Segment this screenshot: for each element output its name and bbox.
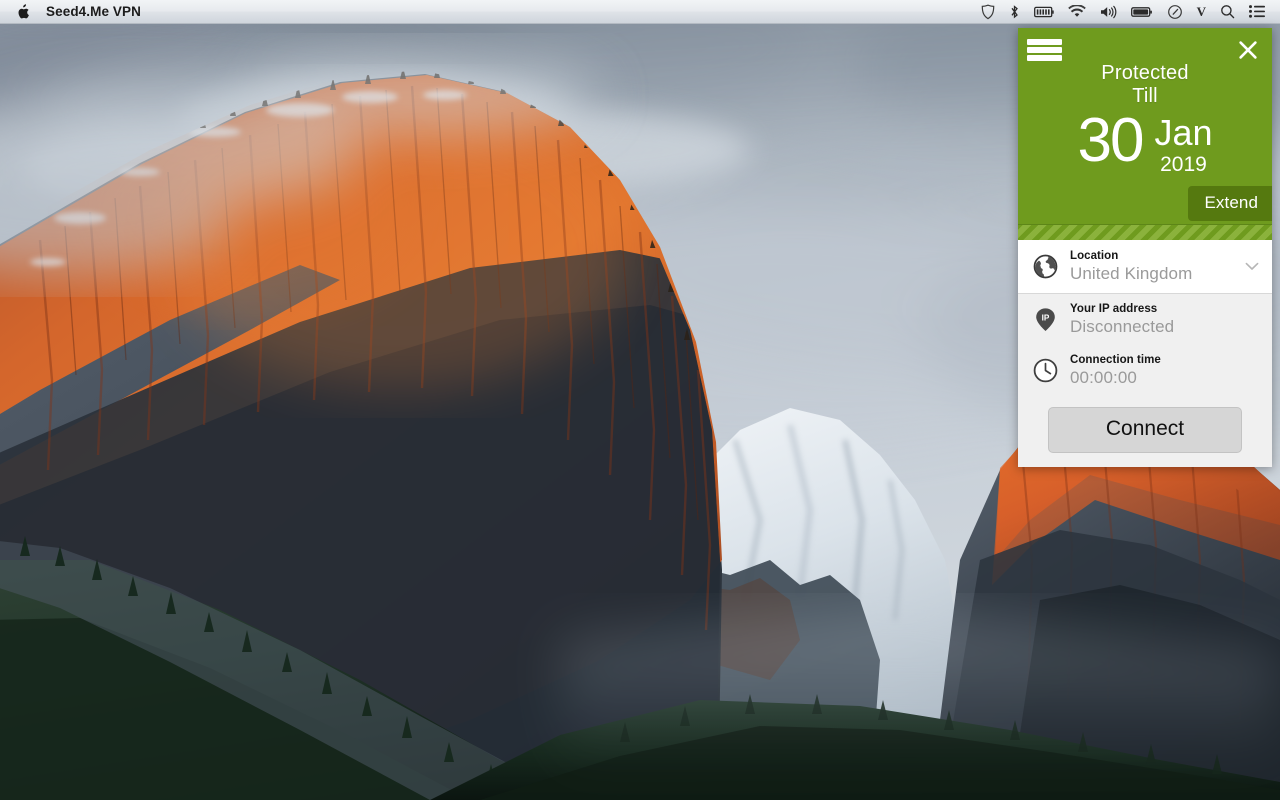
- spotlight-search-icon[interactable]: [1213, 0, 1242, 24]
- vpn-letter-icon[interactable]: V: [1190, 0, 1213, 24]
- chevron-down-icon[interactable]: [1244, 262, 1260, 271]
- ip-address-label: Your IP address: [1070, 303, 1158, 315]
- wifi-icon[interactable]: [1061, 0, 1093, 24]
- menu-bar-left: Seed4.Me VPN: [0, 3, 151, 20]
- location-label: Location: [1070, 250, 1119, 262]
- connection-time-text: Connection time 00:00:00: [1070, 353, 1260, 388]
- bluetooth-icon[interactable]: [1002, 0, 1027, 24]
- subscription-header: Protected Till 30 Jan 2019 Extend: [1018, 28, 1272, 240]
- ip-address-text: Your IP address Disconnected: [1070, 302, 1260, 337]
- expiry-year: 2019: [1160, 153, 1207, 176]
- connect-button-wrap: Connect: [1018, 396, 1272, 453]
- connection-time-label: Connection time: [1070, 354, 1161, 366]
- menu-icon-bar: [1027, 39, 1062, 45]
- menu-bar-status-items: V: [974, 0, 1280, 24]
- shield-icon[interactable]: [974, 0, 1002, 24]
- svg-text:IP: IP: [1042, 313, 1050, 322]
- expiry-date: 30 Jan 2019: [1018, 106, 1272, 177]
- extend-button[interactable]: Extend: [1188, 186, 1272, 221]
- battery-meter-icon[interactable]: [1027, 0, 1061, 24]
- speedometer-icon[interactable]: [1160, 0, 1190, 24]
- location-value: United Kingdom: [1070, 264, 1193, 283]
- expiry-day: 30: [1077, 106, 1144, 175]
- ip-address-row: IP Your IP address Disconnected: [1018, 294, 1272, 345]
- protected-line-1: Protected: [1101, 62, 1189, 84]
- battery-icon[interactable]: [1124, 0, 1160, 24]
- ip-pin-icon: IP: [1032, 306, 1059, 333]
- close-icon[interactable]: [1234, 36, 1262, 64]
- menu-icon-bar: [1027, 47, 1062, 53]
- menu-icon[interactable]: [1027, 37, 1062, 63]
- protected-till-label: Protected Till: [1018, 62, 1272, 108]
- menu-bar: Seed4.Me VPN V: [0, 0, 1280, 24]
- expiry-month-year: Jan 2019: [1154, 115, 1212, 177]
- connection-time-row: Connection time 00:00:00: [1018, 345, 1272, 396]
- menu-icon-bar: [1027, 55, 1062, 61]
- connect-button[interactable]: Connect: [1048, 407, 1242, 453]
- connection-time-value: 00:00:00: [1070, 368, 1137, 387]
- location-row[interactable]: Location United Kingdom: [1018, 240, 1272, 294]
- ip-address-value: Disconnected: [1070, 317, 1175, 336]
- volume-icon[interactable]: [1093, 0, 1124, 24]
- protected-line-2: Till: [1132, 85, 1158, 107]
- striped-divider: [1018, 224, 1272, 240]
- connection-info: Location United Kingdom IP Your IP addre…: [1018, 240, 1272, 467]
- notification-center-icon[interactable]: [1242, 0, 1272, 24]
- active-app-title[interactable]: Seed4.Me VPN: [36, 4, 151, 19]
- vpn-panel: Protected Till 30 Jan 2019 Extend Locati…: [1018, 28, 1272, 467]
- location-text: Location United Kingdom: [1070, 249, 1233, 284]
- expiry-month: Jan: [1154, 112, 1213, 153]
- globe-icon: [1032, 253, 1059, 280]
- desktop: Seed4.Me VPN V Protected Till 30 Jan 201…: [0, 0, 1280, 800]
- clock-icon: [1032, 357, 1059, 384]
- apple-logo-icon[interactable]: [10, 3, 36, 20]
